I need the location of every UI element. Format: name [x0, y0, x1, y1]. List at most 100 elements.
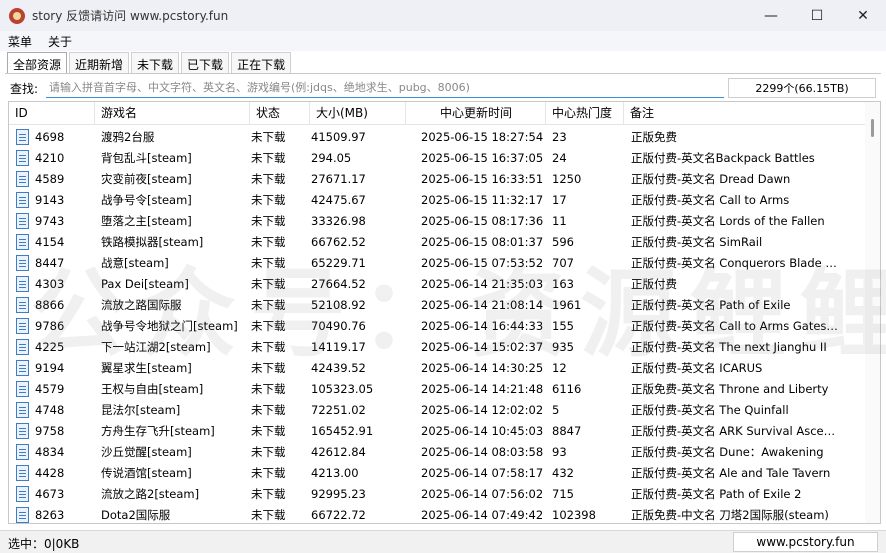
total-count: 2299个(66.15TB)	[728, 78, 876, 98]
cell-update-time: 2025-06-14 15:02:37	[421, 340, 544, 354]
cell-popularity: 707	[552, 256, 574, 270]
table-row[interactable]: 4589 灾变前夜[steam] 未下载 27671.17 2025-06-15 16:…	[9, 169, 865, 190]
cell-note: 正版免费-英文名 Throne and Liberty	[631, 382, 829, 396]
cell-note: 正版付费-英文名 Ale and Tale Tavern	[631, 466, 831, 480]
cell-note: 正版付费-英文名 Lords of the Fallen	[631, 214, 825, 228]
cell-status: 未下载	[251, 214, 286, 228]
cell-update-time: 2025-06-15 07:53:52	[421, 256, 544, 270]
cell-size: 4213.00	[311, 466, 359, 480]
cell-note: 正版免费	[631, 130, 677, 144]
table-row[interactable]: 4579 王权与自由[steam] 未下载 105323.05 2025-06-14 1…	[9, 379, 865, 400]
table-row[interactable]: 9786 战争号令地狱之门[steam] 未下载 70490.76 2025-06-14…	[9, 316, 865, 337]
vertical-scrollbar[interactable]	[865, 102, 880, 523]
site-url[interactable]: www.pcstory.fun	[733, 532, 878, 552]
table-row[interactable]: 4210 背包乱斗[steam] 未下载 294.05 2025-06-15 16:37…	[9, 148, 865, 169]
file-icon	[16, 381, 29, 397]
scrollbar-thumb[interactable]	[871, 119, 874, 137]
cell-game-name: 传说酒馆[steam]	[101, 466, 192, 480]
cell-note: 正版付费	[631, 277, 677, 291]
cell-note: 正版付费-英文名 Path of Exile	[631, 298, 791, 312]
cell-game-name: 流放之路国际服	[101, 298, 182, 312]
cell-note: 正版付费-英文名 ICARUS	[631, 361, 763, 375]
tab-recently-added[interactable]: 近期新增	[69, 52, 130, 73]
cell-update-time: 2025-06-15 16:33:51	[421, 172, 544, 186]
window-title: story 反馈请访问 www.pcstory.fun	[32, 9, 229, 23]
cell-status: 未下载	[251, 193, 286, 207]
cell-note: 正版付费-英文名 Path of Exile 2	[631, 487, 802, 501]
cell-status: 未下载	[251, 340, 286, 354]
file-icon	[16, 276, 29, 292]
status-bar: 选中：0|0KB www.pcstory.fun	[0, 530, 886, 553]
table-row[interactable]: 4225 下一站江湖2[steam] 未下载 14119.17 2025-06-14 1…	[9, 337, 865, 358]
cell-id: 9143	[35, 193, 65, 207]
cell-size: 52108.92	[311, 298, 366, 312]
column-header-status[interactable]: 状态	[250, 102, 310, 125]
maximize-button[interactable]: ☐	[794, 0, 840, 31]
tab-not-downloaded[interactable]: 未下载	[131, 52, 180, 73]
cell-update-time: 2025-06-14 10:45:03	[421, 424, 544, 438]
cell-id: 9194	[35, 361, 65, 375]
search-input[interactable]	[46, 78, 724, 98]
cell-game-name: 战意[steam]	[101, 256, 169, 270]
cell-id: 9786	[35, 319, 65, 333]
menu-main[interactable]: 菜单	[0, 33, 40, 50]
selection-status: 选中：0|0KB	[8, 537, 80, 551]
cell-update-time: 2025-06-14 14:30:25	[421, 361, 544, 375]
minimize-button[interactable]: —	[748, 0, 794, 31]
cell-game-name: 下一站江湖2[steam]	[101, 340, 211, 354]
file-icon	[16, 339, 29, 355]
search-row: 查找: 2299个(66.15TB)	[10, 78, 876, 98]
close-button[interactable]: ✕	[840, 0, 886, 31]
column-header-update-time[interactable]: 中心更新时间	[406, 102, 546, 125]
table-row[interactable]: 4698 渡鸦2台服 未下载 41509.97 2025-06-15 18:27:54 2…	[9, 127, 865, 148]
cell-size: 165452.91	[311, 424, 374, 438]
cell-game-name: Pax Dei[steam]	[101, 277, 189, 291]
table-row[interactable]: 4834 沙丘觉醒[steam] 未下载 42612.84 2025-06-14 08:…	[9, 442, 865, 463]
column-header-id[interactable]: ID	[9, 102, 95, 125]
menu-about[interactable]: 关于	[40, 33, 80, 50]
table-row[interactable]: 8263 Dota2国际服 未下载 66722.72 2025-06-14 07:49:…	[9, 505, 865, 523]
column-header-note[interactable]: 备注	[624, 102, 865, 125]
cell-popularity: 715	[552, 487, 574, 501]
cell-game-name: 战争号令地狱之门[steam]	[101, 319, 238, 333]
cell-popularity: 155	[552, 319, 574, 333]
table-row[interactable]: 8447 战意[steam] 未下载 65229.71 2025-06-15 07:53…	[9, 253, 865, 274]
tab-downloading[interactable]: 正在下载	[231, 52, 292, 73]
cell-note: 正版免费-中文名 刀塔2国际服(steam)	[631, 508, 829, 522]
cell-size: 105323.05	[311, 382, 374, 396]
table-row[interactable]: 4748 昆法尔[steam] 未下载 72251.02 2025-06-14 12:0…	[9, 400, 865, 421]
cell-id: 4303	[35, 277, 65, 291]
cell-size: 72251.02	[311, 403, 366, 417]
cell-update-time: 2025-06-14 07:56:02	[421, 487, 544, 501]
table-row[interactable]: 9194 翼星求生[steam] 未下载 42439.52 2025-06-14 14:…	[9, 358, 865, 379]
cell-game-name: 铁路模拟器[steam]	[101, 235, 204, 249]
table-row[interactable]: 9143 战争号令[steam] 未下载 42475.67 2025-06-15 11:…	[9, 190, 865, 211]
cell-id: 4210	[35, 151, 65, 165]
column-header-popularity[interactable]: 中心热门度	[546, 102, 624, 125]
table-row[interactable]: 4154 铁路模拟器[steam] 未下载 66762.52 2025-06-15 08…	[9, 232, 865, 253]
cell-status: 未下载	[251, 382, 286, 396]
cell-size: 66722.72	[311, 508, 366, 522]
cell-id: 8447	[35, 256, 65, 270]
file-icon	[16, 507, 29, 523]
table-row[interactable]: 4673 流放之路2[steam] 未下载 92995.23 2025-06-14 07…	[9, 484, 865, 505]
table-header: ID 游戏名 状态 大小(MB) 中心更新时间 中心热门度 备注	[9, 102, 880, 125]
cell-status: 未下载	[251, 130, 286, 144]
table-row[interactable]: 9743 堕落之主[steam] 未下载 33326.98 2025-06-15 08:…	[9, 211, 865, 232]
column-header-name[interactable]: 游戏名	[95, 102, 250, 125]
column-header-size[interactable]: 大小(MB)	[310, 102, 406, 125]
table-row[interactable]: 4303 Pax Dei[steam] 未下载 27664.52 2025-06-14 …	[9, 274, 865, 295]
table-row[interactable]: 4428 传说酒馆[steam] 未下载 4213.00 2025-06-14 07:5…	[9, 463, 865, 484]
cell-popularity: 1961	[552, 298, 582, 312]
cell-game-name: 堕落之主[steam]	[101, 214, 192, 228]
menu-bar: 菜单 关于	[0, 31, 886, 51]
file-icon	[16, 150, 29, 166]
cell-update-time: 2025-06-14 07:49:42	[421, 508, 544, 522]
tab-all-resources[interactable]: 全部资源	[7, 52, 68, 74]
cell-update-time: 2025-06-15 18:27:54	[421, 130, 544, 144]
table-row[interactable]: 8866 流放之路国际服 未下载 52108.92 2025-06-14 21:08:1…	[9, 295, 865, 316]
tab-downloaded[interactable]: 已下载	[181, 52, 230, 73]
tab-strip: 全部资源 近期新增 未下载 已下载 正在下载	[7, 52, 293, 74]
cell-size: 66762.52	[311, 235, 366, 249]
table-row[interactable]: 9758 方舟生存飞升[steam] 未下载 165452.91 2025-06-14 …	[9, 421, 865, 442]
